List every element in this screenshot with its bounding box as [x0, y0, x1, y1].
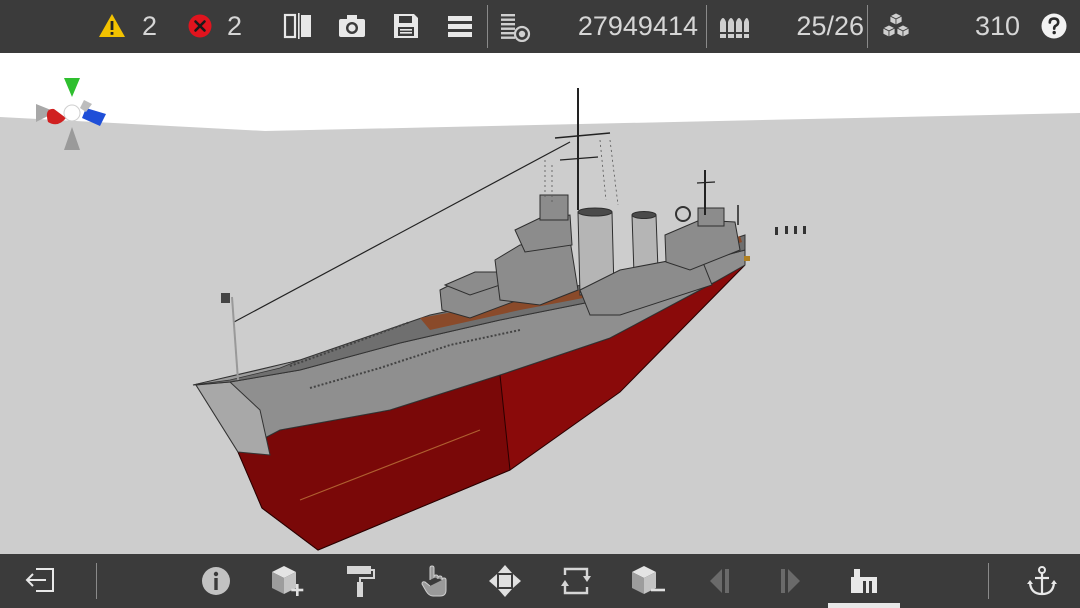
- warning-icon[interactable]: [98, 13, 126, 39]
- bottom-divider-2: [988, 563, 989, 599]
- ship-lamp: [221, 293, 230, 303]
- info-icon[interactable]: [201, 566, 231, 596]
- save-icon[interactable]: [393, 13, 419, 39]
- active-tool-indicator: [828, 603, 900, 608]
- hand-pointer-icon[interactable]: [420, 564, 448, 598]
- bottom-divider-1: [96, 563, 97, 599]
- top-divider-1: [487, 5, 488, 48]
- warnings-count: 2: [142, 11, 158, 41]
- move-icon[interactable]: [488, 564, 522, 598]
- menu-icon[interactable]: [447, 14, 473, 38]
- paint-roller-icon[interactable]: [345, 564, 375, 598]
- mass-icon: [501, 14, 531, 42]
- exit-icon[interactable]: [24, 566, 56, 594]
- rotate-icon[interactable]: [561, 565, 591, 597]
- camera-icon[interactable]: [338, 13, 366, 39]
- parts-value: 310: [974, 11, 1020, 41]
- bottom-toolbar: [0, 554, 1080, 608]
- model-viewport[interactable]: [0, 53, 1080, 554]
- remove-block-icon[interactable]: [630, 564, 668, 598]
- mass-value: 27949414: [577, 11, 698, 41]
- add-block-icon[interactable]: [270, 564, 308, 598]
- help-icon[interactable]: [1040, 12, 1068, 40]
- ammo-value: 25/26: [796, 11, 864, 41]
- mirror-icon[interactable]: [283, 12, 313, 40]
- ammo-icon: [719, 18, 749, 38]
- anchor-icon[interactable]: [1027, 565, 1057, 597]
- next-icon[interactable]: [778, 567, 804, 595]
- top-status-bar: 2 2 27949414 25/26 310: [0, 0, 1080, 53]
- top-divider-3: [867, 5, 868, 48]
- errors-count: 2: [227, 11, 243, 41]
- parts-icon: [882, 12, 910, 38]
- top-divider-2: [706, 5, 707, 48]
- error-icon[interactable]: [187, 13, 213, 39]
- ship-scene[interactable]: [0, 53, 1080, 554]
- build-mode-icon[interactable]: [849, 567, 879, 595]
- previous-icon[interactable]: [706, 567, 732, 595]
